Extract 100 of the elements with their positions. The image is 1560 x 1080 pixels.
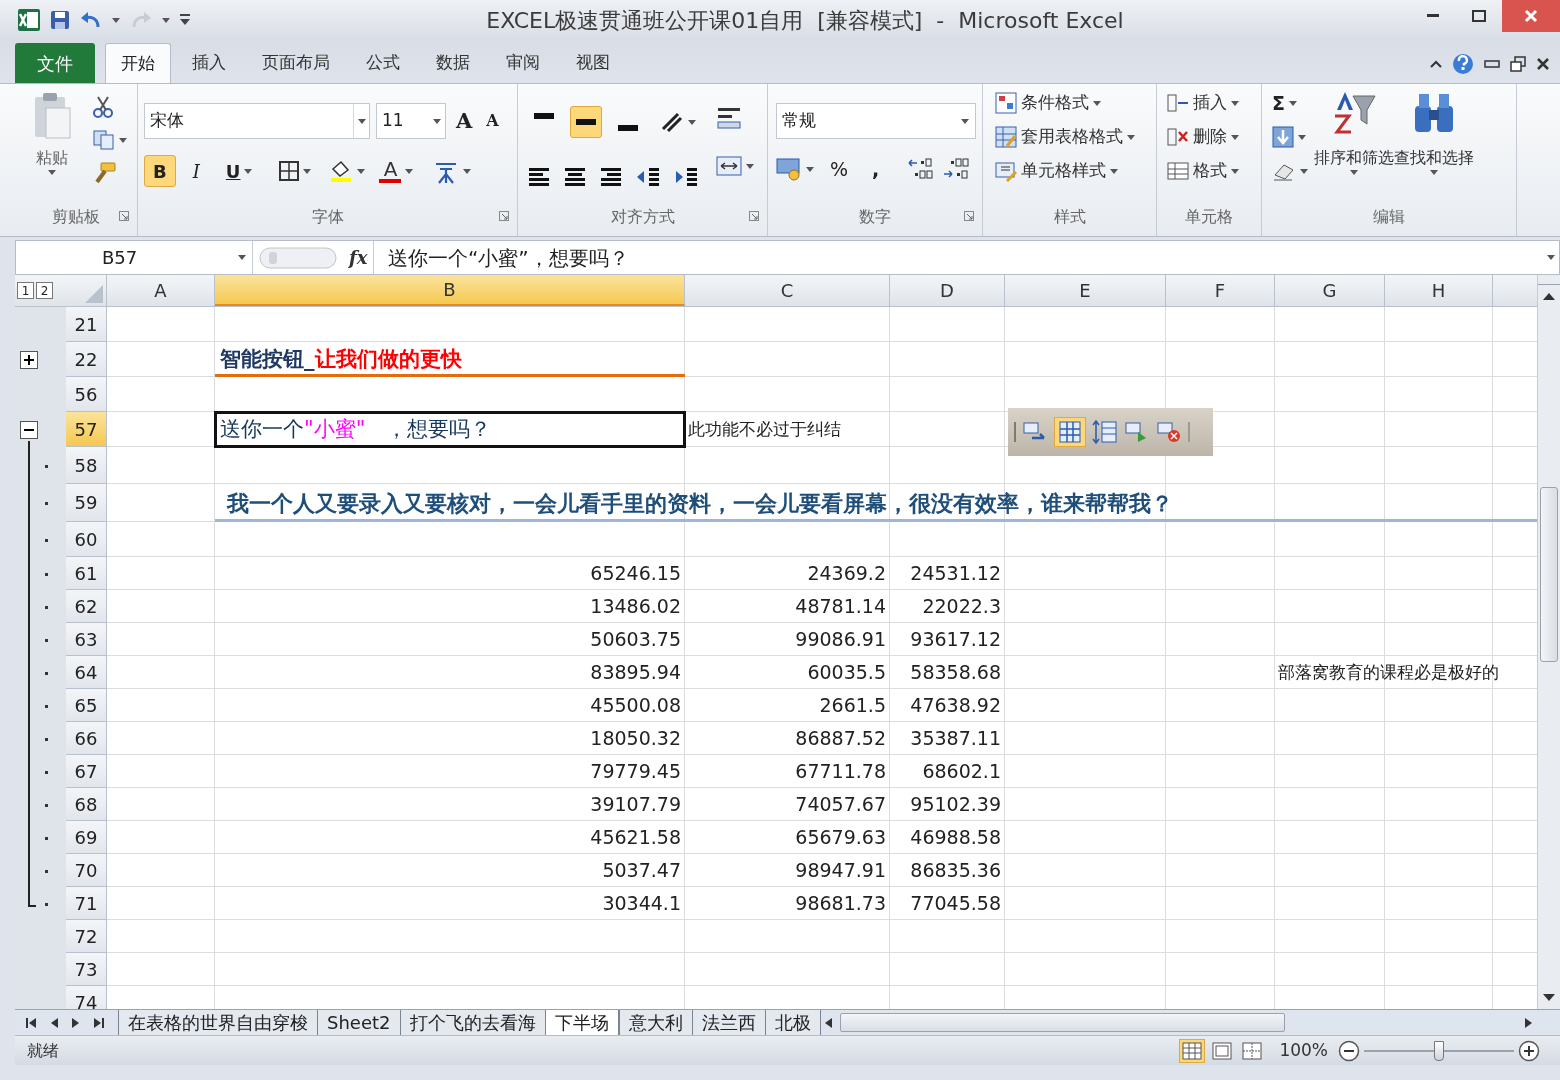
minimize-icon[interactable] [1484,60,1500,68]
help-icon[interactable] [1452,53,1474,75]
close-icon[interactable] [1536,57,1550,71]
number-format-combo[interactable]: 常规 [776,103,976,139]
zoom-in-icon[interactable] [1518,1039,1540,1062]
underline-button[interactable]: U [216,155,262,187]
format-painter-icon[interactable] [93,162,117,184]
merge-center-icon[interactable] [716,154,742,178]
scroll-right-icon[interactable] [1524,1017,1532,1028]
bold-button[interactable]: B [144,155,176,187]
scrollbar-thumb[interactable] [1540,487,1558,662]
currency-button[interactable] [776,157,814,182]
name-box[interactable]: B57 [16,241,253,274]
active-cell-border[interactable]: 送你一个"小蜜" ，想要吗？ [215,412,685,447]
styles-menu-button[interactable]: 单元格样式 [995,158,1135,184]
paste-button[interactable]: 粘贴 [36,146,68,170]
ribbon-tab[interactable]: 页面布局 [247,43,345,83]
percent-button[interactable]: % [824,155,855,184]
row-header[interactable]: 64 [66,656,107,689]
spreadsheet-app-icon[interactable] [18,9,40,31]
formula-input[interactable]: 送你一个“小蜜”，想要吗？ [373,241,1559,274]
close-button[interactable] [1502,0,1560,32]
row-header[interactable]: 74 [66,986,107,1009]
increase-decimal-icon[interactable] [907,157,934,182]
file-tab[interactable]: 文件 [15,43,95,83]
toolbar-button[interactable] [1054,417,1086,447]
row-header[interactable]: 56 [66,377,107,412]
row-header[interactable]: 72 [66,920,107,953]
dialog-launcher-icon[interactable] [749,211,759,221]
column-header[interactable]: E [1005,275,1166,306]
sheet-tab[interactable]: 在表格的世界自由穿梭 [118,1010,317,1035]
horizontal-scrollbar-thumb[interactable] [839,1013,1285,1032]
ribbon-tab[interactable]: 公式 [351,43,415,83]
font-name-combo[interactable]: 宋体 [144,103,370,139]
grow-font-button[interactable]: A [452,105,477,137]
cells-menu-button[interactable]: 插入 [1167,90,1239,116]
row-header[interactable]: 68 [66,788,107,821]
row-header[interactable]: 70 [66,854,107,887]
column-header[interactable]: G [1275,275,1385,306]
sheet-tab[interactable]: 意大利 [618,1010,692,1035]
row-header[interactable]: 61 [66,557,107,590]
italic-button[interactable]: I [183,155,209,187]
ribbon-tab[interactable]: 视图 [561,43,625,83]
sheet-tab[interactable]: 法兰西 [691,1010,765,1035]
orientation-button[interactable] [660,111,696,133]
font-color-button[interactable]: A [379,159,414,183]
dialog-launcher-icon[interactable] [964,211,974,221]
row-header[interactable]: 67 [66,755,107,788]
cells-menu-button[interactable]: 删除 [1167,124,1239,150]
ribbon-tab[interactable]: 开始 [105,43,171,83]
previous-sheet-icon[interactable] [50,1017,58,1028]
ribbon-tab[interactable]: 数据 [421,43,485,83]
row-header[interactable]: 63 [66,623,107,656]
editing-menu-button[interactable]: 查找和选择 [1394,84,1474,202]
row-header[interactable]: 21 [66,307,107,342]
delete-row-icon[interactable] [1156,420,1182,444]
ribbon-tab[interactable]: 插入 [177,43,241,83]
row-header[interactable]: 69 [66,821,107,854]
row-header[interactable]: 57 [66,412,107,447]
styles-menu-button[interactable]: 条件格式 [995,90,1135,116]
editing-menu-button[interactable]: 排序和筛选 [1308,84,1394,202]
dialog-launcher-icon[interactable] [499,211,509,221]
sheet-tab[interactable]: 北极 [764,1010,820,1035]
row-header[interactable]: 59 [66,484,107,522]
autosum-button[interactable]: Σ [1272,90,1308,116]
view-button[interactable] [1179,1038,1206,1063]
ribbon-tab[interactable]: 审阅 [491,43,555,83]
sheet-tab[interactable]: 打个飞的去看海 [399,1010,545,1035]
row-header[interactable]: 62 [66,590,107,623]
scroll-up-icon[interactable] [1543,292,1555,300]
align-center-icon[interactable] [564,166,586,188]
shrink-font-button[interactable]: A [482,109,503,133]
copy-icon[interactable] [93,130,115,150]
row-header[interactable]: 65 [66,689,107,722]
column-header[interactable]: H [1385,275,1493,306]
styles-menu-button[interactable]: 套用表格格式 [995,124,1135,150]
undo-icon[interactable] [80,11,102,29]
middle-align-button[interactable] [570,106,602,138]
comma-button[interactable]: , [864,155,888,184]
column-header[interactable]: F [1166,275,1275,306]
save-icon[interactable] [50,10,70,30]
font-size-combo[interactable]: 11 [376,103,446,139]
row-height-icon[interactable] [1092,420,1118,444]
borders-button[interactable] [279,161,312,181]
last-sheet-icon[interactable] [94,1017,104,1028]
row-header[interactable]: 58 [66,447,107,484]
column-header[interactable]: C [685,275,890,306]
dialog-launcher-icon[interactable] [119,211,129,221]
column-header[interactable]: B [215,275,685,306]
first-sheet-icon[interactable] [26,1017,36,1028]
formula-bar-handle-icon[interactable] [259,245,337,270]
next-sheet-icon[interactable] [72,1017,80,1028]
zoom-out-icon[interactable] [1338,1039,1360,1062]
fill-color-button[interactable] [329,159,366,183]
row-header[interactable]: 66 [66,722,107,755]
decrease-indent-icon[interactable] [636,166,660,188]
sheet-tab[interactable]: 下半场 [544,1010,619,1035]
cut-icon[interactable] [93,96,113,118]
align-right-icon[interactable] [600,166,622,188]
fill-button[interactable] [1272,124,1308,150]
